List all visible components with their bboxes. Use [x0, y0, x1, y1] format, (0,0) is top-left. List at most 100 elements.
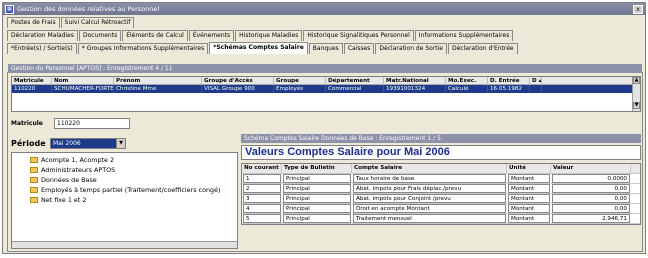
periode-select[interactable]: Mai 2006 ▼: [50, 138, 126, 149]
grid-col-header[interactable]: Prénom: [114, 77, 202, 84]
salary-table: No courant Type de Bulletin Compte Salaire…: [241, 163, 641, 225]
tree-item[interactable]: Employés à temps partiel (Traitement/coe…: [30, 185, 237, 195]
personnel-grid: Matricule Nom Prénom Groupe d'Accès Groupe Dé…: [11, 76, 641, 112]
table-cell: Principal: [283, 204, 351, 213]
table-cell: 0,0000: [552, 174, 630, 183]
tab-banques[interactable]: Banques: [308, 43, 343, 54]
personnel-header: Gestion du Personnel [APTOS] : Enregistr…: [8, 64, 642, 73]
tree-item[interactable]: Données de Base: [30, 175, 237, 185]
tab-l-ments-de-calcul[interactable]: Éléments de Calcul: [122, 30, 188, 41]
grid-scrollbar[interactable]: ▲ ▼: [632, 77, 640, 111]
table-cell: Principal: [283, 214, 351, 223]
table-cell: Abat. impots pour Conjoint /prevu: [353, 194, 506, 203]
grid-col-header[interactable]: D. Entrée: [488, 77, 530, 84]
tab-historique-maladies[interactable]: Historique Maladies: [235, 30, 303, 41]
grid-cell: Employés: [274, 85, 326, 93]
table-cell: 3: [243, 194, 281, 203]
grid-col-header[interactable]: Nom: [52, 77, 114, 84]
grid-col-header[interactable]: D ▴: [530, 77, 542, 84]
table-row[interactable]: 3 Principal Abat. impots pour Conjoint /pr…: [242, 194, 640, 204]
grid-col-header[interactable]: Groupe d'Accès: [202, 77, 274, 84]
table-row[interactable]: 2 Principal Abat. impots pour Frais déplac…: [242, 184, 640, 194]
table-row[interactable]: 4 Principal Droit en acompte Montant Montan…: [242, 204, 640, 214]
chevron-down-icon[interactable]: ▼: [116, 139, 125, 148]
grid-col-header[interactable]: Département: [326, 77, 384, 84]
table-cell: 4: [243, 204, 281, 213]
tab-d-claration-de-sortie[interactable]: Déclaration de Sortie: [375, 43, 447, 54]
table-col-header[interactable]: No courant: [242, 164, 282, 173]
grid-cell: Christine Mme: [114, 85, 202, 93]
grid-cell: 19391001324: [384, 85, 446, 93]
tab-row-3: *Entrée(s) / Sortie(s) * Groupes Informat…: [3, 41, 645, 54]
table-cell: Principal: [283, 184, 351, 193]
table-col-header[interactable]: Unité: [507, 164, 551, 173]
grid-cell: 110220: [12, 85, 52, 93]
matricule-input[interactable]: 110220: [54, 118, 130, 129]
matricule-label: Matricule: [11, 120, 43, 127]
schema-title: Valeurs Comptes Salaire pour Mai 2006: [241, 145, 641, 160]
tab-informations-suppl-mentaires[interactable]: Informations Supplémentaires: [414, 30, 514, 41]
tab-d-claration-maladies[interactable]: Déclaration Maladies: [7, 30, 78, 41]
table-cell: Principal: [283, 194, 351, 203]
grid-cell: Commercial: [326, 85, 384, 93]
table-cell: Montant: [508, 204, 550, 213]
app-icon: ▦: [5, 4, 14, 14]
table-row[interactable]: 5 Principal Traitement mensuel Montant 2.946…: [242, 214, 640, 224]
grid-cell: [530, 85, 542, 93]
tab-sch-mas-comptes-salaire[interactable]: *Schémas Comptes Salaire: [209, 42, 308, 54]
table-cell: Montant: [508, 214, 550, 223]
tab-suivi-calcul-r-troactif[interactable]: Suivi Calcul Rétroactif: [60, 17, 135, 28]
tab-caisses[interactable]: Caisses: [343, 43, 375, 54]
table-cell: Montant: [508, 194, 550, 203]
grid-col-header[interactable]: Matr.National: [384, 77, 446, 84]
periode-value: Mai 2006: [53, 140, 81, 147]
table-cell: Abat. impots pour Frais déplac./prevu: [353, 184, 506, 193]
folder-icon: [30, 167, 38, 173]
table-col-header[interactable]: Compte Salaire: [352, 164, 507, 173]
close-button[interactable]: x: [633, 4, 643, 14]
scroll-up-icon[interactable]: ▲: [633, 77, 640, 84]
grid-col-header[interactable]: Groupe: [274, 77, 326, 84]
tab-entr-e-s-sortie-s[interactable]: *Entrée(s) / Sortie(s): [7, 43, 77, 54]
tab-groupes-informations-suppl-mentaires[interactable]: * Groupes Informations Supplémentaires: [77, 43, 209, 54]
scroll-down-icon[interactable]: ▼: [633, 102, 640, 109]
table-cell: Droit en acompte Montant: [353, 204, 506, 213]
tree-scrollbar[interactable]: [12, 241, 237, 248]
tab-postes-de-frais[interactable]: Postes de Frais: [7, 17, 60, 28]
tab-historique-signalitiques-personnel[interactable]: Historique Signalitiques Personnel: [303, 30, 414, 41]
grid-col-header[interactable]: Matricule: [12, 77, 52, 84]
schema-header: Schéma Comptes Salaire Données de Base :…: [241, 134, 641, 143]
folder-icon: [30, 187, 38, 193]
folder-icon: [30, 177, 38, 183]
main-window: ▦ Gestion des données relatives au Perso…: [2, 2, 646, 254]
table-row[interactable]: 1 Principal Taux horaire de base Montant 0,0…: [242, 174, 640, 184]
tree-item-label: Administrateurs APTOS: [41, 166, 116, 174]
tab-d-claration-d-entr-e[interactable]: Déclaration d'Entrée: [447, 43, 518, 54]
tab-row-1: Postes de Frais Suivi Calcul Rétroactif: [3, 15, 645, 28]
grid-col-header[interactable]: Mo.Exec.: [446, 77, 488, 84]
table-cell: 0,00: [552, 194, 630, 203]
folder-icon: [30, 157, 38, 163]
schema-tree: Acompte 1, Acompte 2 Administrateurs APTO…: [11, 152, 238, 249]
table-cell: Taux horaire de base: [353, 174, 506, 183]
table-cell: Montant: [508, 174, 550, 183]
grid-cell: VISAL Groupe 900: [202, 85, 274, 93]
tab-documents[interactable]: Documents: [79, 30, 122, 41]
tree-item[interactable]: Administrateurs APTOS: [30, 165, 237, 175]
periode-label: Période: [11, 139, 46, 148]
table-cell: 0,00: [552, 204, 630, 213]
table-cell: 0,00: [552, 184, 630, 193]
table-cell: 2.946,71: [552, 214, 630, 223]
grid-cell: 16.05.1982: [488, 85, 530, 93]
table-col-header[interactable]: Type de Bulletin: [282, 164, 352, 173]
tree-item[interactable]: Net fixe 1 et 2: [30, 195, 237, 205]
table-cell: Traitement mensuel: [353, 214, 506, 223]
tab-v-nements[interactable]: Événements: [188, 30, 235, 41]
folder-icon: [30, 197, 38, 203]
tab-row-2: Déclaration Maladies Documents Éléments de…: [3, 28, 645, 41]
table-col-header[interactable]: Valeur: [551, 164, 631, 173]
window-title: Gestion des données relatives au Personn…: [17, 5, 160, 13]
tree-item[interactable]: Acompte 1, Acompte 2: [30, 155, 237, 165]
grid-cell: SCHUMACHER-FORTES: [54, 85, 114, 93]
grid-row-selected[interactable]: 110220 SCHUMACHER-FORTES Christine Mme VISA…: [12, 85, 640, 93]
